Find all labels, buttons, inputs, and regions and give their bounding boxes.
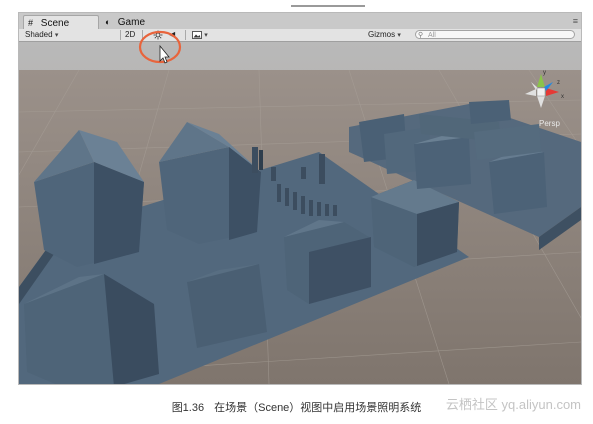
projection-label[interactable]: Persp (539, 119, 560, 128)
caption-number: 图1.36 (171, 402, 205, 414)
gizmo-x-label: x (561, 94, 564, 100)
watermark: 云栖社区 yq.aliyun.com (445, 397, 581, 412)
window-top-line (291, 5, 365, 7)
caption-text: 在场景（Scene）视图中启用场景照明系统 (214, 402, 422, 414)
highlight-overlay (138, 30, 182, 64)
scene-viewport[interactable]: y z x Persp (19, 42, 581, 384)
gizmo-z-label: z (557, 80, 560, 86)
scene-window: # Scene ◐ Game ≡ Shaded 2D (18, 12, 582, 385)
